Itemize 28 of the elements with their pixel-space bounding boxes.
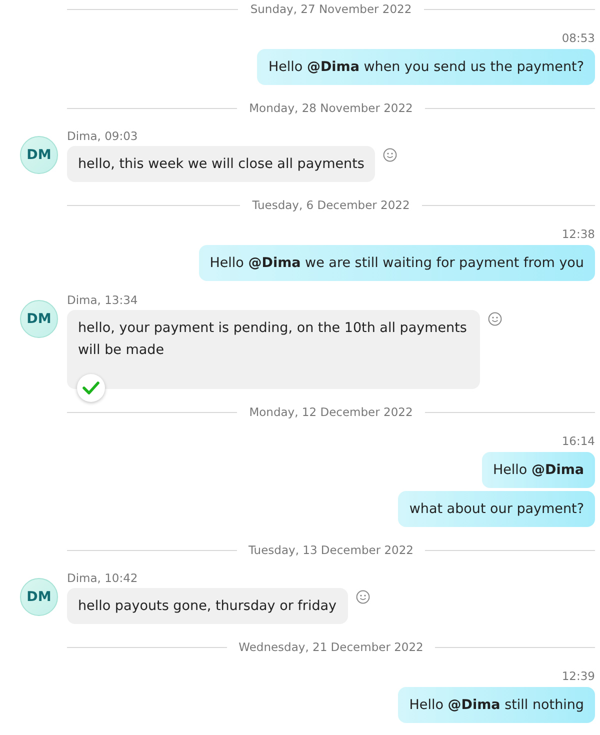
- date-divider: Tuesday, 13 December 2022: [248, 542, 414, 559]
- received-message: hello, this week we will close all payments: [67, 146, 376, 182]
- sender-time: Dima, 10:42: [67, 571, 139, 585]
- emoji-icon[interactable]: [383, 148, 398, 162]
- emoji-icon[interactable]: [488, 312, 502, 326]
- sent-message: Hello @Dima still nothing: [398, 687, 595, 723]
- sender-time: Dima, 09:03: [67, 129, 139, 143]
- emoji-icon[interactable]: [356, 590, 370, 604]
- avatar: DM: [20, 300, 58, 338]
- sent-message: what about our payment?: [398, 491, 595, 527]
- message-time: 12:38: [562, 226, 595, 242]
- sent-message: Hello @Dima when you send us the payment?: [257, 49, 595, 85]
- sender-time: Dima, 13:34: [67, 293, 139, 307]
- received-message: hello payouts gone, thursday or friday: [67, 588, 348, 624]
- message-time: 08:53: [562, 30, 595, 46]
- date-divider: Monday, 12 December 2022: [249, 404, 413, 421]
- date-divider: Wednesday, 21 December 2022: [238, 639, 424, 656]
- sent-message: Hello @Dima we are still waiting for payment from you: [198, 245, 595, 281]
- check-icon: [82, 381, 100, 395]
- message-time: 12:39: [562, 668, 595, 684]
- check-reaction[interactable]: [77, 374, 105, 402]
- avatar: DM: [20, 578, 58, 616]
- date-divider: Tuesday, 6 December 2022: [252, 197, 410, 214]
- date-divider: Sunday, 27 November 2022: [250, 1, 412, 18]
- message-time: 16:14: [562, 433, 595, 449]
- date-divider: Monday, 28 November 2022: [249, 100, 413, 117]
- avatar: DM: [20, 136, 58, 174]
- sent-message: Hello @Dima: [482, 452, 595, 488]
